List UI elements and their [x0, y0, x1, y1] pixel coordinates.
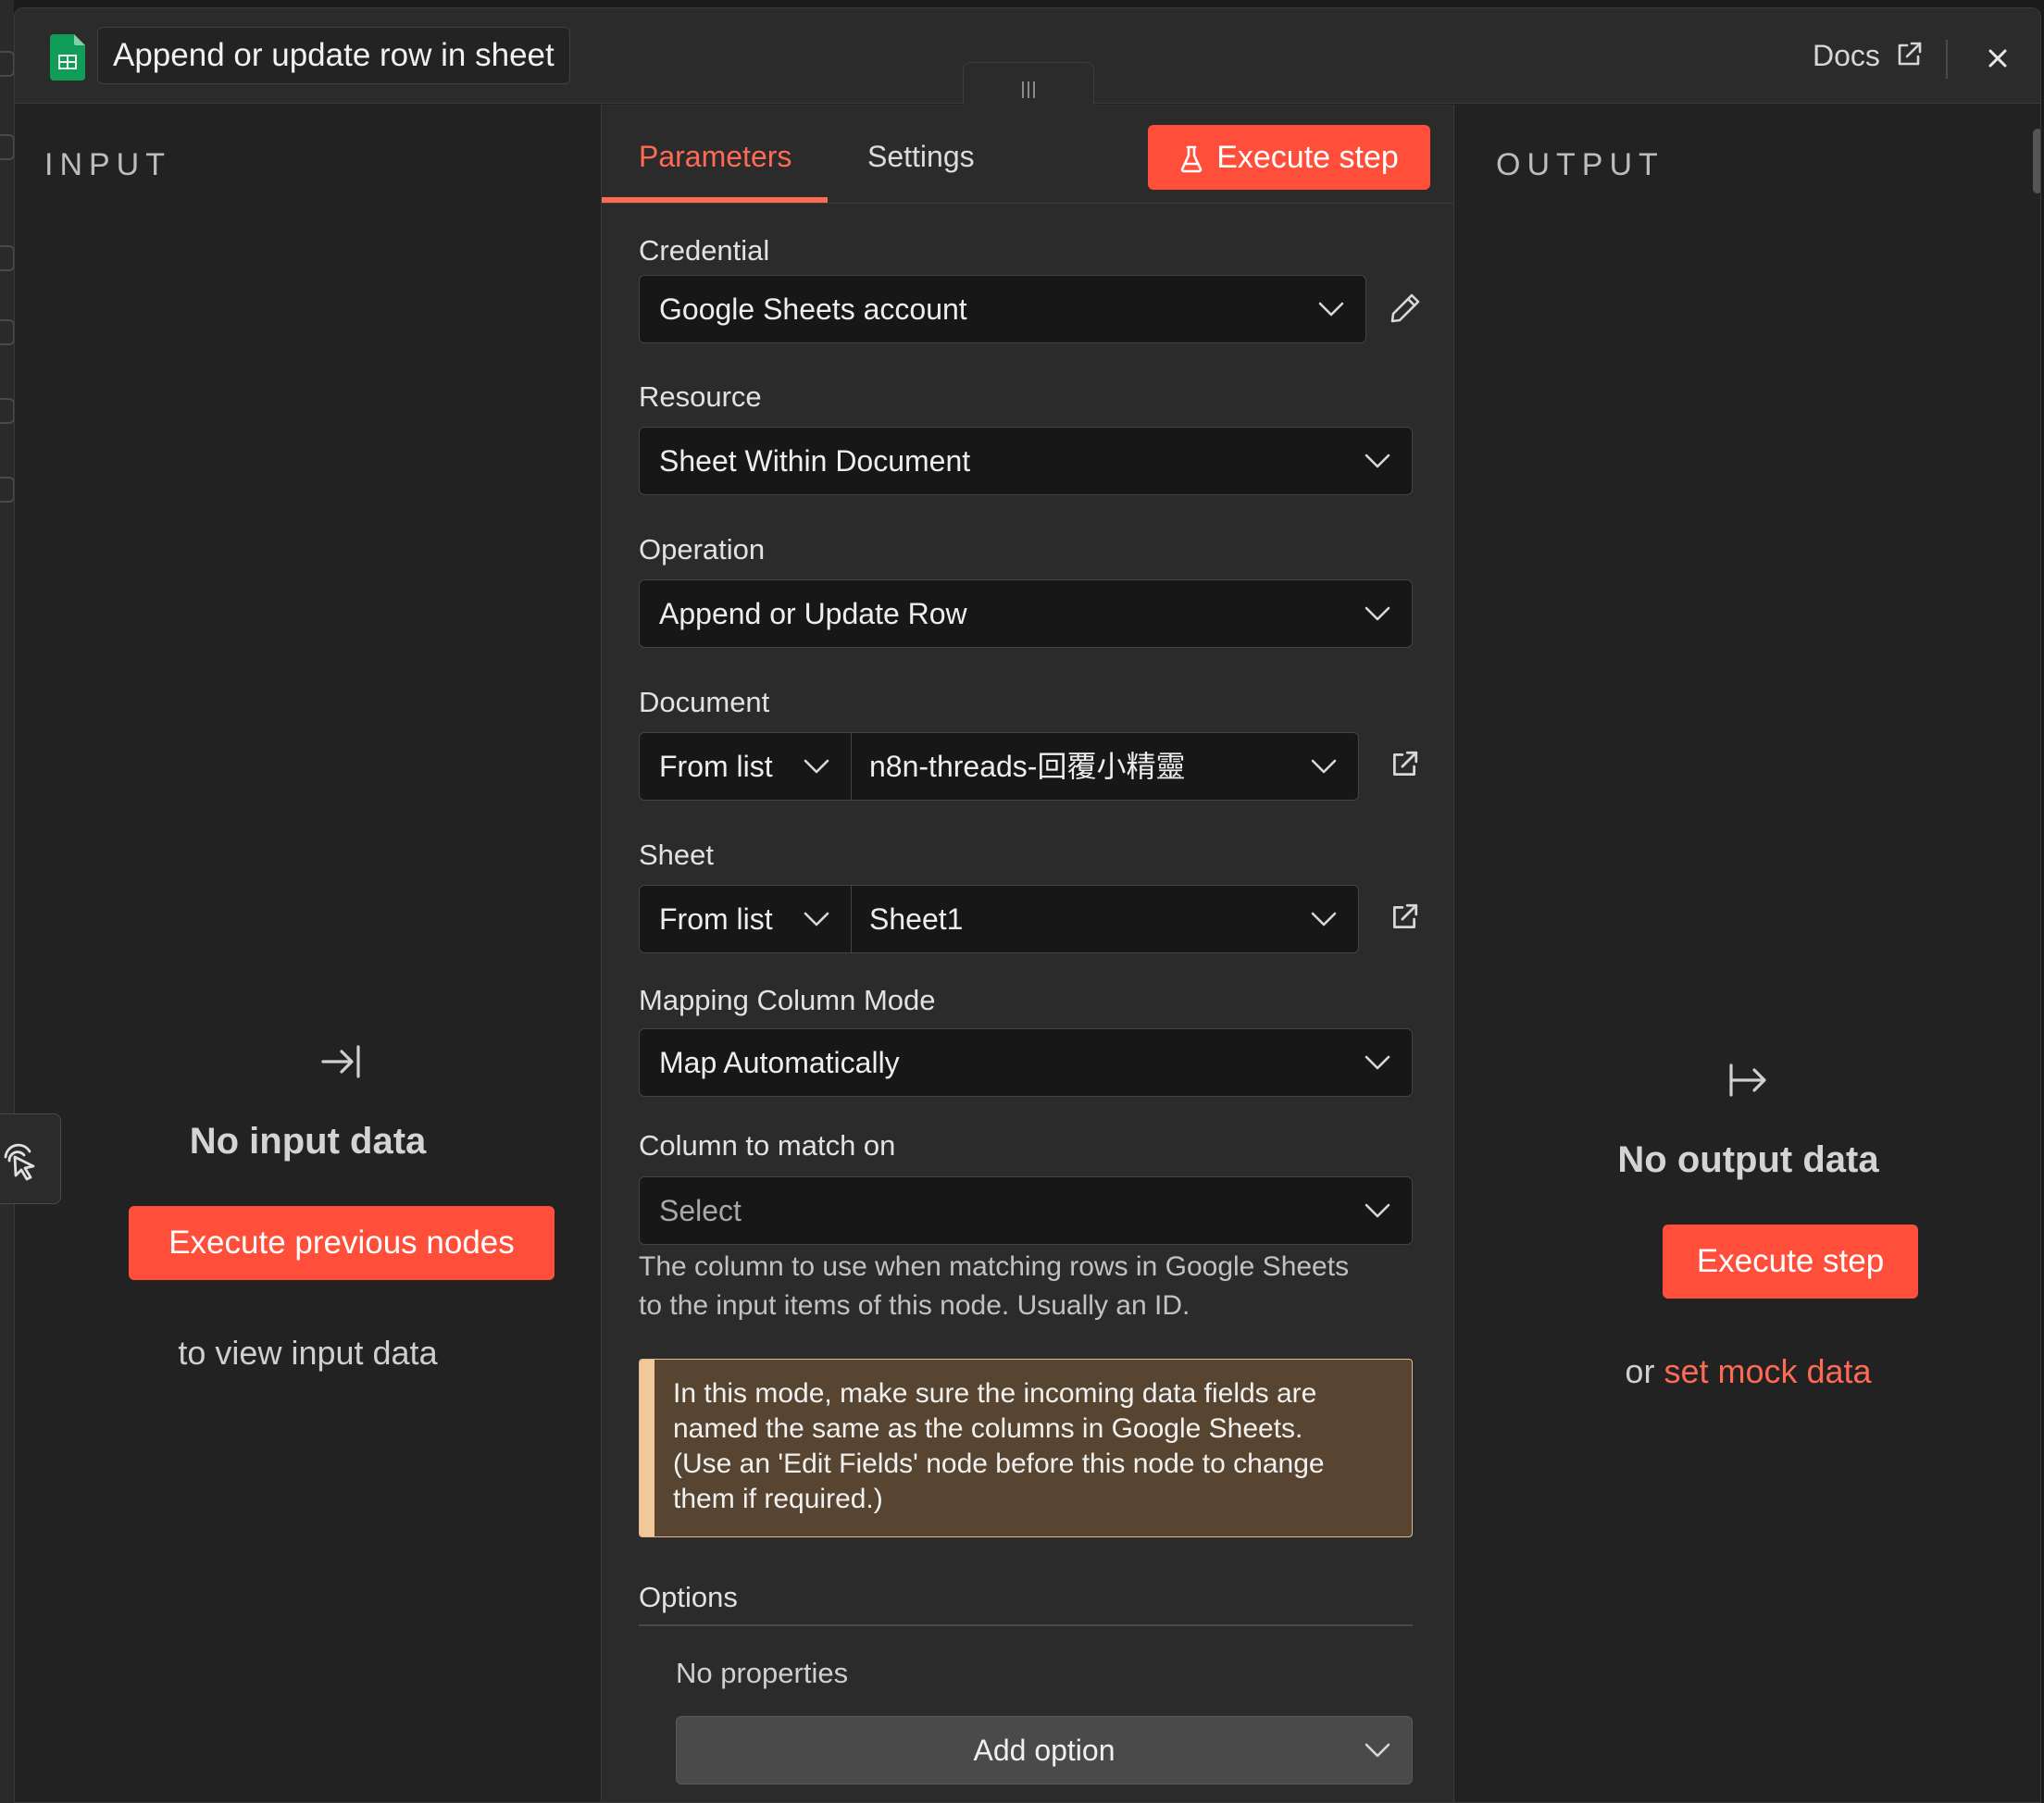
canvas-edge-glyph [0, 398, 15, 424]
chevron-down-icon [804, 912, 829, 926]
tab-parameters[interactable]: Parameters [639, 138, 791, 175]
chevron-down-icon [1365, 1203, 1390, 1218]
arrow-from-bar-right-icon [1729, 1063, 1766, 1097]
node-details-modal: Append or update row in sheet Docs INPUT… [14, 7, 2041, 1803]
side-panel-button[interactable] [0, 1113, 61, 1204]
match-column-select[interactable]: Select [639, 1176, 1413, 1245]
execute-step-button[interactable]: Execute step [1148, 125, 1430, 190]
canvas-edge-glyph [0, 245, 15, 271]
options-label: Options [639, 1581, 738, 1613]
tab-settings[interactable]: Settings [867, 138, 975, 175]
match-column-help-line: The column to use when matching rows in … [639, 1251, 1350, 1282]
pointer-click-icon [4, 1143, 35, 1181]
notice-text: In this mode, make sure the incoming dat… [673, 1376, 1377, 1517]
sheet-value: Sheet1 [869, 902, 964, 936]
no-properties-text: No properties [676, 1657, 849, 1689]
parameters-panel: Parameters Settings Execute step Credent… [601, 105, 1454, 1802]
output-empty-title: No output data [1617, 1139, 1879, 1180]
node-title[interactable]: Append or update row in sheet [97, 27, 570, 84]
mapping-mode-value: Map Automatically [659, 1046, 900, 1079]
canvas-edge-glyph [0, 319, 15, 345]
match-column-placeholder: Select [659, 1194, 742, 1227]
add-option-label: Add option [973, 1734, 1115, 1767]
notice-line: them if required.) [673, 1484, 883, 1514]
execute-step-label: Execute step [1216, 140, 1399, 175]
notice-line: (Use an 'Edit Fields' node before this n… [673, 1449, 1325, 1479]
flask-icon [1180, 145, 1203, 173]
input-panel: INPUT No input data Execute previous nod… [15, 105, 601, 1802]
add-option-button[interactable]: Add option [676, 1716, 1413, 1784]
notice-line: In this mode, make sure the incoming dat… [673, 1378, 1317, 1409]
external-link-icon[interactable] [1389, 902, 1420, 933]
canvas-edge-glyph [0, 51, 15, 77]
chevron-down-icon [1311, 759, 1337, 774]
options-divider [639, 1624, 1413, 1626]
sheet-mode-select[interactable]: From list [639, 885, 852, 953]
input-empty-title: No input data [189, 1121, 427, 1162]
chevron-down-icon [1365, 454, 1390, 468]
chevron-down-icon [1365, 606, 1390, 621]
notice-line: named the same as the columns in Google … [673, 1413, 1303, 1444]
input-heading: INPUT [44, 147, 171, 182]
drag-handle-icon [1022, 81, 1035, 98]
close-icon[interactable] [1977, 38, 2018, 79]
execute-previous-nodes-button[interactable]: Execute previous nodes [129, 1206, 555, 1280]
operation-value: Append or Update Row [659, 597, 967, 630]
external-link-icon[interactable] [1894, 40, 1924, 69]
document-select[interactable]: n8n-threads-回覆小精靈 [851, 732, 1359, 801]
operation-label: Operation [639, 533, 766, 566]
match-column-help: The column to use when matching rows in … [639, 1248, 1435, 1325]
google-sheets-icon [50, 34, 85, 81]
credential-value: Google Sheets account [659, 292, 967, 326]
chevron-down-icon [804, 759, 829, 774]
match-column-help-line: to the input items of this node. Usually… [639, 1290, 1190, 1321]
sheet-label: Sheet [639, 839, 715, 871]
credential-label: Credential [639, 234, 770, 267]
scrollbar[interactable] [2033, 129, 2040, 193]
sheet-select[interactable]: Sheet1 [851, 885, 1359, 953]
credential-select[interactable]: Google Sheets account [639, 275, 1366, 343]
resource-value: Sheet Within Document [659, 444, 971, 478]
output-panel: OUTPUT No output data Execute step or se… [1454, 105, 2040, 1802]
mapping-mode-label: Mapping Column Mode [639, 984, 936, 1016]
document-mode-value: From list [659, 750, 773, 783]
docs-link[interactable]: Docs [1813, 34, 1880, 77]
mock-data-hint: or set mock data [1454, 1352, 2040, 1391]
mapping-notice: In this mode, make sure the incoming dat… [639, 1359, 1413, 1537]
chevron-down-icon [1311, 912, 1337, 926]
mapping-mode-select[interactable]: Map Automatically [639, 1028, 1413, 1097]
tab-bar: Parameters Settings Execute step [602, 105, 1453, 204]
set-mock-data-link[interactable]: set mock data [1664, 1352, 1871, 1390]
input-hint: to view input data [178, 1334, 438, 1372]
output-execute-step-button[interactable]: Execute step [1663, 1225, 1918, 1299]
canvas-edge [0, 0, 15, 1803]
chevron-down-icon [1365, 1055, 1390, 1070]
resource-select[interactable]: Sheet Within Document [639, 427, 1413, 495]
pencil-icon[interactable] [1389, 292, 1422, 325]
external-link-icon[interactable] [1389, 749, 1420, 780]
arrow-to-right-bar-icon [321, 1045, 360, 1078]
output-heading: OUTPUT [1496, 147, 1664, 182]
chevron-down-icon [1365, 1743, 1390, 1758]
sheet-mode-value: From list [659, 902, 773, 936]
active-tab-indicator [602, 197, 828, 203]
notice-accent-bar [640, 1360, 654, 1536]
header-divider [1946, 40, 1948, 79]
canvas-edge-glyph [0, 134, 15, 160]
or-text: or [1625, 1352, 1655, 1390]
document-label: Document [639, 686, 770, 718]
match-column-label: Column to match on [639, 1129, 896, 1162]
document-value: n8n-threads-回覆小精靈 [869, 750, 1186, 783]
document-mode-select[interactable]: From list [639, 732, 852, 801]
canvas-edge-glyph [0, 477, 15, 503]
operation-select[interactable]: Append or Update Row [639, 579, 1413, 648]
chevron-down-icon [1318, 302, 1344, 317]
resource-label: Resource [639, 380, 762, 413]
